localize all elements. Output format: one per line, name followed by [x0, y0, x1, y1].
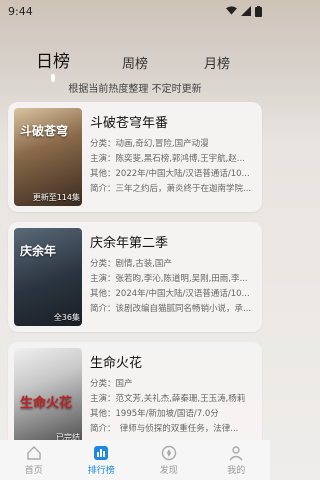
- status-icons: [226, 5, 262, 17]
- item-category: 分类：国产: [90, 379, 133, 389]
- item-other: 其他：1995年/新加坡/国语/7.0分: [90, 409, 219, 419]
- compass-icon: [161, 445, 176, 460]
- status-time: 9:44: [8, 4, 33, 18]
- item-other: 其他：2024年/中国大陆/汉语普通话/10...: [90, 289, 250, 299]
- bottom-nav: 首页 排行榜 发现 我的: [0, 440, 270, 480]
- ranking-tabs: 日榜 周榜 月榜: [0, 42, 270, 72]
- item-title: 斗破苍穹年番: [90, 116, 169, 131]
- nav-home[interactable]: 首页: [4, 445, 64, 476]
- episode-badge: 全36集: [53, 313, 80, 322]
- item-cast: 主演：张若昀,李沁,陈道明,吴刚,田雨,李...: [90, 274, 248, 284]
- battery-icon: [255, 5, 262, 17]
- item-info: 斗破苍穹年番 分类：动画,奇幻,冒险,国产动漫 主演：陈奕斐,黑石榜,郭鸿博,王…: [90, 108, 256, 206]
- tab-daily[interactable]: 日榜: [18, 47, 88, 72]
- ranking-subtitle: 根据当前热度整理 不定时更新: [68, 84, 202, 95]
- poster-title-art: 庆余年: [20, 244, 57, 258]
- poster-image: 斗破苍穹 更新至114集: [14, 108, 82, 206]
- item-info: 庆余年第二季 分类：剧情,古装,国产 主演：张若昀,李沁,陈道明,吴刚,田雨,李…: [90, 228, 256, 326]
- ranking-list: 斗破苍穹 更新至114集 斗破苍穹年番 分类：动画,奇幻,冒险,国产动漫 主演：…: [8, 102, 262, 462]
- item-cast: 主演：范文芳,关礼杰,薛秦珊,王玉涛,杨莉: [90, 394, 246, 404]
- nav-profile[interactable]: 我的: [206, 445, 266, 476]
- user-icon: [229, 445, 243, 460]
- ranking-icon: [94, 445, 109, 460]
- item-title: 生命火花: [90, 356, 143, 371]
- list-item[interactable]: 斗破苍穹 更新至114集 斗破苍穹年番 分类：动画,奇幻,冒险,国产动漫 主演：…: [8, 102, 262, 212]
- item-category: 分类：动画,奇幻,冒险,国产动漫: [90, 139, 209, 149]
- item-intro: 简介：该剧改编自猫腻同名畅销小说，承...: [90, 304, 252, 314]
- nav-discover-label: 发现: [159, 465, 178, 476]
- tab-monthly[interactable]: 月榜: [182, 53, 252, 72]
- status-bar: 9:44: [0, 0, 270, 22]
- poster-title-art: 斗破苍穹: [20, 124, 69, 138]
- item-other: 其他：2022年/中国大陆/汉语普通话/10...: [90, 169, 250, 179]
- item-intro: 简介：三年之约后，萧炎终于在迦南学院...: [90, 184, 252, 194]
- wifi-icon: [226, 6, 237, 15]
- list-item[interactable]: 庆余年 全36集 庆余年第二季 分类：剧情,古装,国产 主演：张若昀,李沁,陈道…: [8, 222, 262, 332]
- poster-image: 庆余年 全36集: [14, 228, 82, 326]
- nav-ranking-label: 排行榜: [87, 465, 115, 476]
- poster-title-art: 生命火花: [20, 396, 73, 411]
- nav-home-label: 首页: [24, 465, 43, 476]
- tab-weekly[interactable]: 周榜: [100, 53, 170, 72]
- poster-image: 生命火花 已完结: [14, 348, 82, 446]
- item-category: 分类：剧情,古装,国产: [90, 259, 172, 269]
- home-icon: [27, 445, 41, 460]
- item-title: 庆余年第二季: [90, 236, 169, 251]
- list-item[interactable]: 生命火花 已完结 生命火花 分类：国产 主演：范文芳,关礼杰,薛秦珊,王玉涛,杨…: [8, 342, 262, 452]
- item-intro: 简介： 律师与侦探的双重任务，法律...: [90, 424, 239, 434]
- item-cast: 主演：陈奕斐,黑石榜,郭鸿博,王宇航,赵...: [90, 154, 245, 164]
- nav-discover[interactable]: 发现: [139, 445, 199, 476]
- item-info: 生命火花 分类：国产 主演：范文芳,关礼杰,薛秦珊,王玉涛,杨莉 其他：1995…: [90, 348, 256, 446]
- signal-icon: [241, 6, 251, 16]
- episode-badge: 更新至114集: [32, 193, 80, 202]
- nav-ranking[interactable]: 排行榜: [71, 445, 131, 476]
- nav-profile-label: 我的: [227, 465, 246, 476]
